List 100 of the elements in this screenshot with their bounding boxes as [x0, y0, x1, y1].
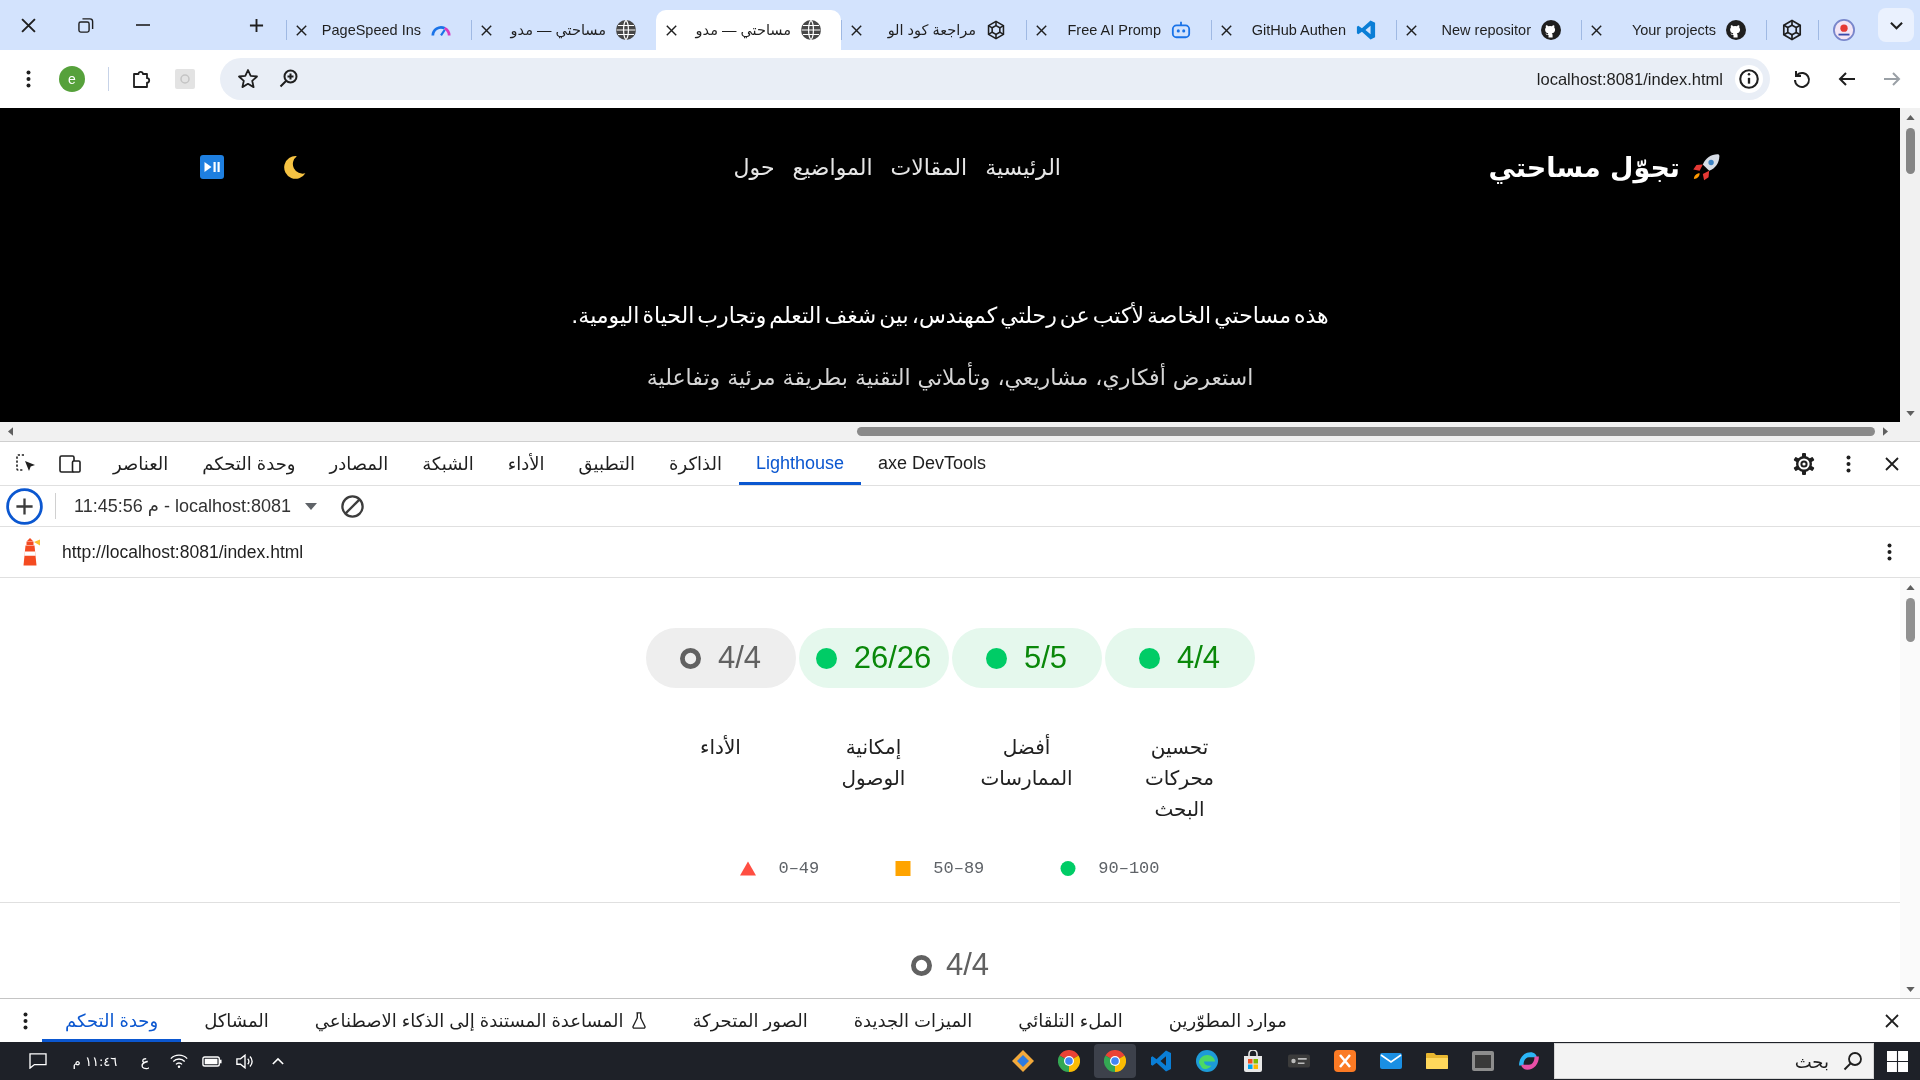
browser-tab[interactable]: مراجعة كود الو — [841, 10, 1026, 50]
reload-icon[interactable] — [1793, 69, 1811, 89]
round-badge-icon[interactable] — [1833, 19, 1855, 41]
scrollbar-thumb[interactable] — [857, 427, 1875, 436]
devtools-tab[interactable]: axe DevTools — [861, 442, 1004, 485]
nav-link[interactable]: الرئيسية — [985, 154, 1061, 180]
globe-icon — [801, 20, 821, 40]
left-arrow-icon[interactable] — [7, 427, 13, 436]
devices-icon[interactable] — [59, 454, 81, 473]
hexagon-knot-icon[interactable] — [1782, 19, 1802, 41]
category-label: تحسين محركات البحث — [1143, 734, 1216, 823]
down-arrow-icon[interactable] — [1905, 410, 1915, 416]
devtools-tab[interactable]: الأداء — [490, 442, 562, 485]
zoom-in-icon[interactable] — [279, 69, 299, 89]
play-pause-icon[interactable] — [200, 155, 224, 179]
drawer-tab[interactable]: الصور المتحركة — [669, 999, 831, 1042]
close-icon[interactable] — [1036, 24, 1047, 36]
down-arrow-icon[interactable] — [1905, 986, 1915, 992]
drawer-tab[interactable]: الملء التلقائي — [995, 999, 1146, 1042]
drawer-tab[interactable]: الميزات الجديدة — [830, 999, 996, 1042]
circle-slash-icon[interactable] — [341, 494, 364, 518]
minimize-icon[interactable] — [134, 23, 151, 27]
hero-text: استعرض أفكاري، مشاريعي، وتأملاتي التقنية بطريقة مرئية وتفاعلية — [646, 361, 1254, 395]
devtools-tab[interactable]: العناصر — [96, 442, 186, 485]
square-icon — [895, 861, 912, 876]
info-icon[interactable] — [1735, 65, 1763, 93]
score-gauge[interactable]: 4/4 — [910, 947, 990, 983]
search-icon — [1843, 1051, 1863, 1071]
close-icon[interactable] — [666, 24, 677, 36]
more-vertical-icon[interactable] — [1845, 454, 1851, 473]
speaker-icon[interactable] — [236, 1053, 254, 1069]
taskbar-app-button[interactable] — [1094, 1044, 1136, 1078]
score-pill[interactable]: 26/26 — [798, 628, 949, 688]
drawer-tab[interactable]: موارد المطوّرين — [1145, 999, 1310, 1042]
browser-tab[interactable]: GitHub Authen — [1211, 10, 1396, 50]
speech-bubble-icon[interactable] — [29, 1053, 47, 1069]
drawer-tab[interactable]: وحدة التحكم — [42, 999, 182, 1042]
browser-tab[interactable]: Free AI Promp — [1026, 10, 1211, 50]
close-icon[interactable] — [1406, 24, 1417, 36]
search-field[interactable]: بحث — [1554, 1043, 1874, 1079]
four-panes-icon[interactable] — [1886, 1050, 1908, 1072]
restore-icon[interactable] — [77, 17, 94, 33]
more-vertical-icon[interactable] — [25, 70, 31, 88]
close-icon[interactable] — [296, 24, 307, 36]
nav-link[interactable]: المقالات — [890, 154, 968, 180]
devtools-tab[interactable]: Lighthouse — [738, 442, 861, 485]
plus-circle-icon[interactable] — [6, 487, 43, 525]
category-label: أفضل الممارسات — [979, 733, 1074, 792]
close-icon[interactable] — [1885, 1013, 1899, 1028]
faded-tile-icon[interactable] — [175, 69, 195, 89]
drawer-tab[interactable]: المساعدة المستندة إلى الذكاء الاصطناعي — [291, 999, 670, 1042]
devtools-tab[interactable]: وحدة التحكم — [185, 442, 313, 485]
back-arrow-icon[interactable] — [1838, 72, 1856, 86]
language-indicator[interactable]: ع — [130, 1053, 160, 1069]
devtools-tab[interactable]: الشبكة — [405, 442, 491, 485]
clock[interactable]: ١١:٤٦ م — [65, 1053, 125, 1069]
browser-tab[interactable]: PageSpeed Ins — [286, 10, 471, 50]
browser-tab[interactable]: Your projects — [1581, 10, 1766, 50]
close-icon[interactable] — [1221, 24, 1232, 36]
browser-tab[interactable]: مساحتي — مدو — [471, 10, 656, 50]
drawer-tab[interactable]: المشاكل — [181, 999, 292, 1042]
devtools-tab[interactable]: الذاكرة — [652, 442, 739, 485]
address-bar[interactable]: localhost:8081/index.html — [220, 58, 1770, 100]
more-vertical-icon[interactable] — [22, 1011, 28, 1030]
devtools-tab[interactable]: المصادر — [312, 442, 406, 485]
right-arrow-icon[interactable] — [1882, 427, 1888, 436]
puzzle-piece-icon[interactable] — [133, 69, 152, 89]
wifi-icon[interactable] — [170, 1053, 188, 1069]
close-icon[interactable] — [21, 17, 36, 33]
cross-tile-icon — [1334, 1050, 1356, 1072]
battery-icon[interactable] — [202, 1055, 222, 1067]
scrollbar-thumb[interactable] — [1905, 598, 1915, 642]
cursor-in-square-icon[interactable] — [16, 453, 36, 474]
nav-link[interactable]: المواضيع — [792, 154, 873, 180]
up-arrow-icon[interactable] — [1905, 584, 1915, 590]
site-title[interactable]: تجوّل مساحتي — [1488, 151, 1680, 183]
score-pill[interactable]: 4/4 — [645, 628, 796, 688]
devtools-tab[interactable]: التطبيق — [561, 442, 653, 485]
chevron-up-icon[interactable] — [272, 1057, 284, 1065]
close-icon[interactable] — [1591, 24, 1602, 36]
browser-tab[interactable]: New repositor — [1396, 10, 1581, 50]
envelope-icon — [1380, 1050, 1402, 1072]
more-vertical-icon[interactable] — [1887, 543, 1892, 561]
close-icon[interactable] — [851, 24, 862, 36]
settings-icon[interactable] — [1793, 452, 1815, 475]
close-icon[interactable] — [481, 24, 492, 36]
score-pill[interactable]: 5/5 — [951, 628, 1102, 688]
nav-link[interactable]: حول — [733, 154, 775, 180]
scrollbar-thumb[interactable] — [1905, 128, 1915, 174]
close-icon[interactable] — [1885, 456, 1899, 471]
tab-list-button[interactable] — [1878, 8, 1914, 42]
forward-arrow-icon[interactable] — [1883, 72, 1901, 86]
plus-icon[interactable] — [249, 17, 264, 33]
star-icon[interactable] — [238, 69, 258, 89]
browser-tab[interactable]: مساحتي — مدو — [656, 10, 841, 50]
score-pill[interactable]: 4/4 — [1104, 628, 1255, 688]
report-selector[interactable]: 11:45:56 م - localhost:8081 — [74, 495, 317, 517]
up-arrow-icon[interactable] — [1905, 114, 1915, 120]
app-window-icon — [1472, 1050, 1494, 1072]
crescent-moon-icon[interactable] — [282, 154, 306, 180]
